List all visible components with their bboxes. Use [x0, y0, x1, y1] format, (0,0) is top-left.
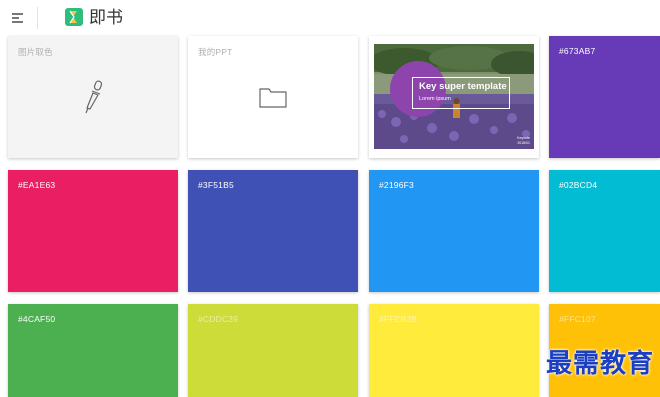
- color-hex-label: #EA1E63: [18, 180, 56, 190]
- my-ppt-card[interactable]: 我的PPT: [188, 36, 358, 158]
- color-hex-label: #2196F3: [379, 180, 414, 190]
- app-logo-icon: [65, 8, 83, 26]
- color-hex-label: #FFEB3B: [379, 314, 418, 324]
- top-bar: 即书: [0, 0, 660, 36]
- color-swatch-card[interactable]: #EA1E63: [8, 170, 178, 292]
- pick-color-from-image-card[interactable]: 图片取色: [8, 36, 178, 158]
- template-title-box: Key super template Lorem ipsum: [412, 77, 510, 109]
- card-label: 我的PPT: [198, 47, 233, 57]
- app-name: 即书: [89, 8, 123, 27]
- color-hex-label: #02BCD4: [559, 180, 598, 190]
- color-hex-label: #673AB7: [559, 46, 596, 56]
- color-swatch-card[interactable]: #FFEB3B: [369, 304, 539, 397]
- divider: [37, 7, 38, 29]
- color-swatch-card[interactable]: #673AB7: [549, 36, 660, 158]
- color-hex-label: #3F51B5: [198, 180, 234, 190]
- folder-icon: [259, 88, 287, 108]
- color-swatch-card[interactable]: #4CAF50: [8, 304, 178, 397]
- template-thumbnail: Key super template Lorem ipsum Keynote 2…: [374, 44, 534, 149]
- color-swatch-card[interactable]: #CDDC39: [188, 304, 358, 397]
- template-subtitle: Lorem ipsum: [419, 96, 451, 102]
- template-footer: Keynote 2018/01: [517, 136, 530, 145]
- eyedropper-icon: [85, 80, 103, 114]
- template-card[interactable]: Key super template Lorem ipsum Keynote 2…: [369, 36, 539, 158]
- color-hex-label: #FFC107: [559, 314, 596, 324]
- card-label: 图片取色: [18, 47, 53, 57]
- color-hex-label: #CDDC39: [198, 314, 239, 324]
- template-title: Key super template: [419, 81, 507, 92]
- watermark-text: 最需教育: [545, 349, 654, 379]
- color-swatch-card[interactable]: #3F51B5: [188, 170, 358, 292]
- color-hex-label: #4CAF50: [18, 314, 56, 324]
- color-swatch-card[interactable]: #02BCD4: [549, 170, 660, 292]
- color-swatch-card[interactable]: #2196F3: [369, 170, 539, 292]
- menu-toggle-icon[interactable]: [12, 11, 26, 25]
